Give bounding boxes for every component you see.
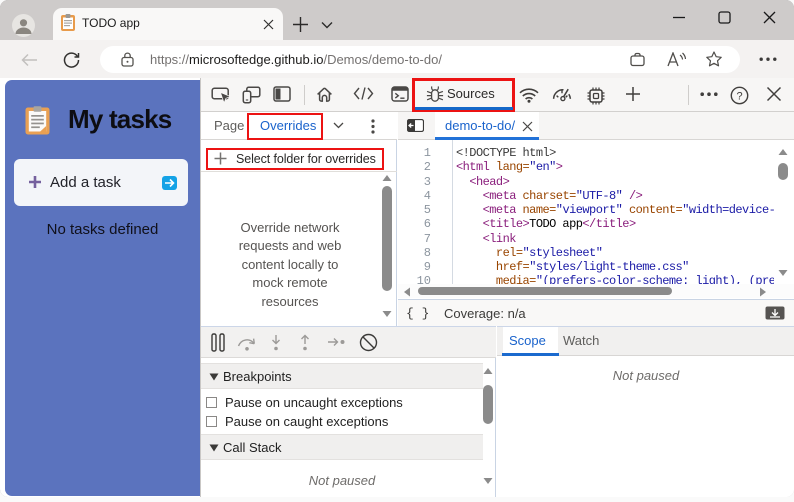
- svg-text:?: ?: [736, 90, 742, 102]
